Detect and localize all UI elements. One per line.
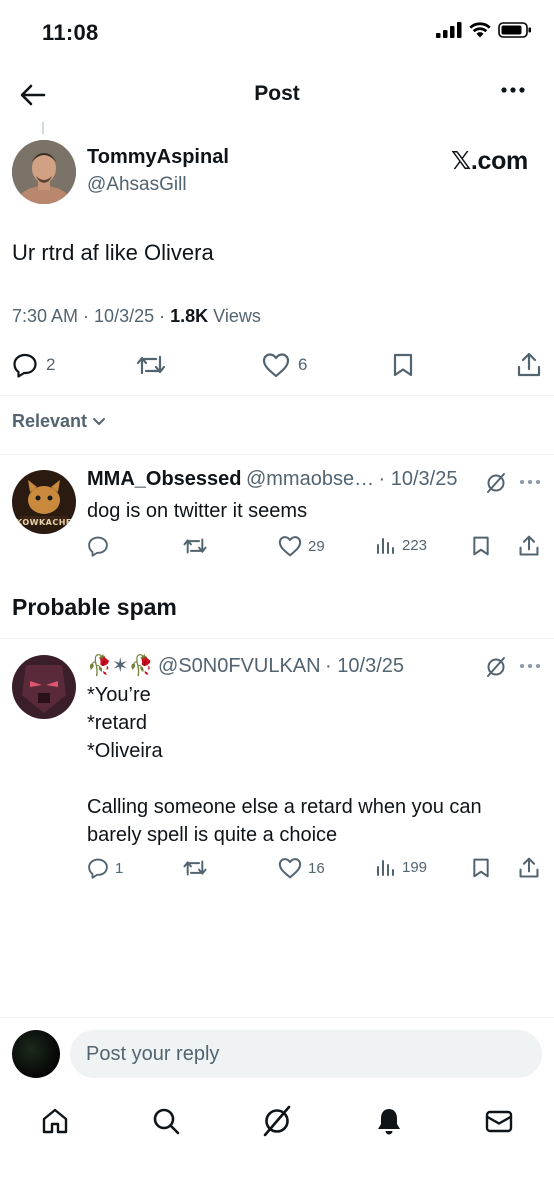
repost-icon [136,355,166,375]
share-icon [519,535,539,556]
grok-nav-icon[interactable] [260,1104,294,1138]
like-button[interactable]: 29 [278,535,325,557]
post-meta: 7:30 AM · 10/3/25 · 1.8K Views [12,306,261,326]
battery-icon [498,22,531,38]
thread-connector [42,122,44,134]
sort-dropdown[interactable]: Relevant [12,411,106,432]
reply-count: 2 [46,355,56,374]
reply-button[interactable] [87,535,109,557]
reply-header: MMA_Obsessed @mmaobse… · 10/3/25 [87,468,487,491]
views-count: 199 [402,858,428,876]
like-button[interactable]: 6 [262,352,307,378]
reply-text-line: *Oliveira [87,740,163,762]
share-button[interactable] [518,534,540,558]
reply-date: · 10/3/25 [378,468,458,490]
avatar-caption: KOWKACHE [16,518,72,527]
analytics-icon [377,860,394,876]
reply-text: *You’re *retard *Oliveira Calling someon… [87,681,482,849]
post-date: 10/3/25 [94,306,155,326]
sort-label: Relevant [12,411,88,431]
reply-text-line: Calling someone else a retard when you c… [87,796,482,818]
post-time: 7:30 AM [12,306,79,326]
bookmark-button[interactable] [391,352,415,378]
reply-author-handle[interactable]: @S0N0FVULKAN [158,655,321,677]
reply-more-icon[interactable] [519,479,541,485]
avatar[interactable] [12,140,76,204]
repost-button[interactable] [182,857,208,879]
messages-envelope-icon[interactable] [482,1104,516,1138]
heart-icon [278,858,302,879]
divider [0,454,554,455]
bookmark-icon [473,858,489,878]
views-button[interactable]: 199 [376,857,427,877]
reply-author-handle[interactable]: @mmaobse… [246,468,374,490]
xcom-logo: 𝕏.com [451,147,528,175]
reply-text: dog is on twitter it seems [87,500,308,522]
share-icon [517,352,541,377]
bookmark-icon [393,353,413,377]
like-button[interactable]: 16 [278,857,325,879]
views-count: 1.8K [170,306,209,326]
reply-icon [88,536,108,557]
reply-count: 1 [115,859,124,877]
share-button[interactable] [518,856,540,880]
grok-icon[interactable] [485,472,507,494]
status-icons [436,22,532,38]
page-title: Post [254,82,300,105]
share-button[interactable] [516,351,542,379]
reply-author-name[interactable]: 🥀✶🥀 [87,655,154,677]
bookmark-icon [473,536,489,556]
search-icon[interactable] [149,1104,183,1138]
wifi-icon [469,22,491,38]
repost-button[interactable] [135,352,167,378]
views-label: Views [213,306,261,326]
notifications-bell-icon[interactable] [372,1104,406,1138]
reply-header: 🥀✶🥀 @S0N0FVULKAN · 10/3/25 [87,653,404,678]
bookmark-button[interactable] [471,857,491,879]
reply-text-line: *You’re [87,684,151,706]
reply-icon [88,858,108,879]
post-author-handle[interactable]: @AhsasGill [87,174,187,196]
like-count: 29 [308,537,325,555]
like-count: 6 [298,355,308,374]
home-icon[interactable] [38,1104,72,1138]
divider [0,395,554,396]
reply-avatar[interactable]: KOWKACHE [12,470,76,534]
reply-text-line: *retard [87,712,148,734]
reply-date: · 10/3/25 [325,655,404,677]
reply-text-line: barely spell is quite a choice [87,824,338,846]
post-text: Ur rtrd af like Olivera [12,240,214,265]
reply-more-icon[interactable] [519,663,541,669]
divider [0,638,554,639]
views-count: 223 [402,536,428,554]
reply-button[interactable]: 1 [87,857,123,879]
bookmark-button[interactable] [471,535,491,557]
reply-button[interactable]: 2 [12,352,55,378]
divider [0,1017,554,1018]
reply-text-line [87,765,482,793]
reply-icon [13,353,37,378]
more-options-icon[interactable] [500,86,526,94]
reply-author-name[interactable]: MMA_Obsessed [87,468,242,490]
cellular-signal-icon [436,22,462,38]
views-button[interactable]: 223 [376,535,427,555]
reply-avatar[interactable] [12,655,76,719]
heart-icon [278,536,302,557]
current-user-avatar[interactable] [12,1030,60,1078]
reply-input[interactable] [70,1030,542,1078]
status-time: 11:08 [42,20,99,45]
chevron-down-icon [93,417,106,425]
post-author-name[interactable]: TommyAspinal [87,146,229,169]
repost-icon [183,860,207,876]
like-count: 16 [308,859,325,877]
spam-section-heading: Probable spam [12,594,177,620]
repost-button[interactable] [182,535,208,557]
heart-icon [262,353,290,378]
grok-icon[interactable] [485,656,507,678]
repost-icon [183,538,207,554]
analytics-icon [377,538,394,554]
share-icon [519,857,539,878]
